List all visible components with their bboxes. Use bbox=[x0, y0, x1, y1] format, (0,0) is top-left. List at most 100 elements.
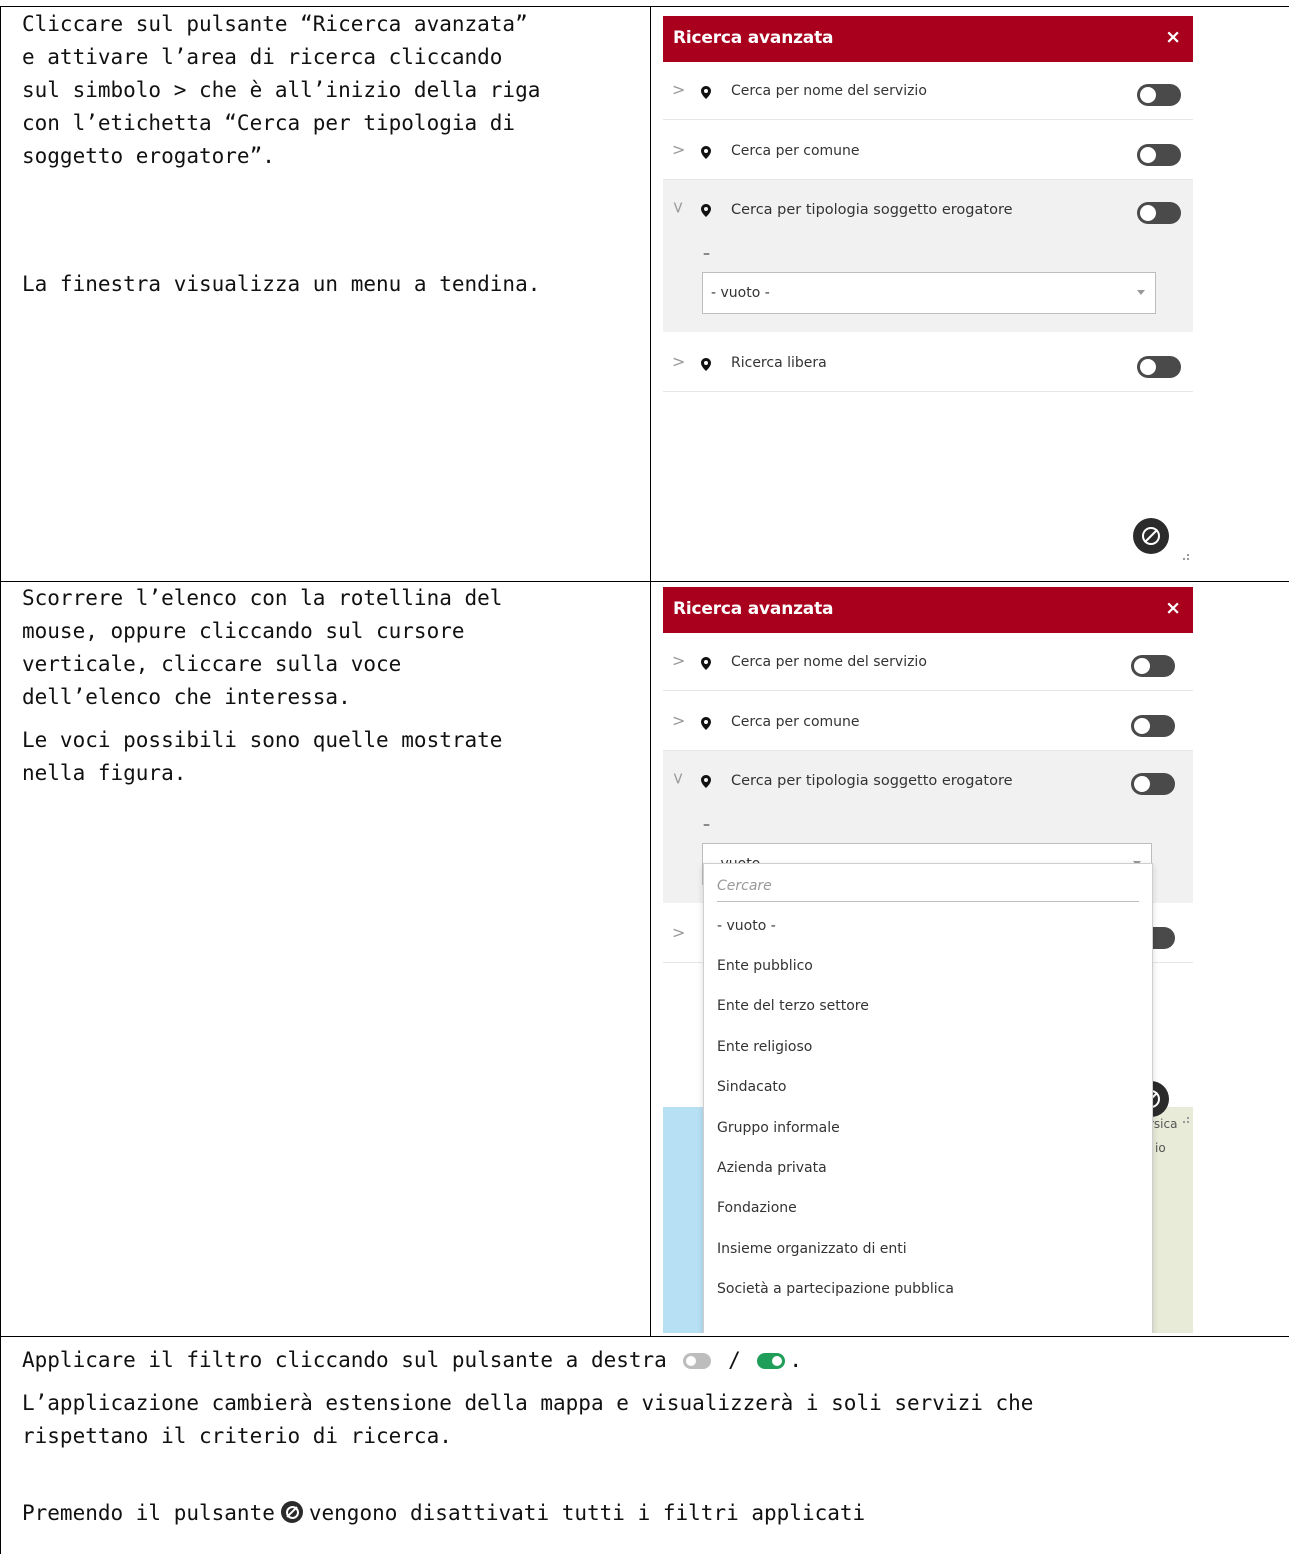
dropdown-option[interactable]: Società a partecipazione pubblica bbox=[717, 1281, 954, 1297]
instruction-line: soggetto erogatore”. bbox=[22, 144, 275, 168]
chevron-right-icon[interactable]: > bbox=[672, 651, 685, 670]
caret-down-icon bbox=[1137, 290, 1145, 295]
clear-filters-icon[interactable] bbox=[1133, 518, 1169, 554]
chevron-down-icon[interactable]: > bbox=[669, 772, 688, 785]
search-row-label: Cerca per nome del servizio bbox=[731, 83, 927, 99]
filter-toggle[interactable] bbox=[1137, 144, 1181, 166]
row1-note: La finestra visualizza un menu a tendina… bbox=[22, 268, 642, 301]
advanced-search-panel: Ricerca avanzata × > Cerca per nome del … bbox=[663, 16, 1193, 572]
dropdown-option[interactable]: Ente religioso bbox=[717, 1039, 812, 1055]
map-pin-icon bbox=[701, 204, 711, 217]
search-row-free-search[interactable]: > Ricerca libera bbox=[663, 332, 1193, 392]
dropdown-option[interactable]: Ente del terzo settore bbox=[717, 998, 869, 1014]
row3-instructions: Applicare il filtro cliccando sul pulsan… bbox=[22, 1344, 1272, 1530]
search-row-municipality[interactable]: > Cerca per comune bbox=[663, 120, 1193, 180]
filter-toggle[interactable] bbox=[1131, 655, 1175, 677]
chevron-right-icon[interactable]: > bbox=[672, 352, 685, 371]
clear-filters-icon bbox=[280, 1501, 303, 1523]
map-pin-icon bbox=[701, 775, 711, 788]
filter-toggle[interactable] bbox=[1131, 715, 1175, 737]
dropdown-option[interactable]: Gruppo informale bbox=[717, 1120, 840, 1136]
map-pin-icon bbox=[701, 657, 711, 670]
field-label: – bbox=[703, 246, 710, 262]
provider-type-select[interactable]: - vuoto - bbox=[702, 272, 1156, 314]
instruction-line: nella figura. bbox=[22, 761, 187, 785]
instruction-line: Scorrere l’elenco con la rotellina del bbox=[22, 586, 503, 610]
toggle-knob bbox=[1134, 658, 1150, 674]
dropdown-option[interactable]: Azienda privata bbox=[717, 1160, 827, 1176]
panel-title: Ricerca avanzata bbox=[673, 599, 834, 619]
map-label: rsica bbox=[1149, 1117, 1178, 1131]
row2-instructions: Scorrere l’elenco con la rotellina del m… bbox=[22, 582, 642, 790]
chevron-right-icon[interactable]: > bbox=[672, 80, 685, 99]
instruction-text: . bbox=[789, 1348, 803, 1372]
chevron-right-icon[interactable]: > bbox=[672, 711, 685, 730]
search-row-label: Cerca per tipologia soggetto erogatore bbox=[731, 202, 1013, 218]
instruction-text: Premendo il pulsante bbox=[22, 1501, 275, 1525]
instruction-line: e attivare l’area di ricerca cliccando bbox=[22, 45, 503, 69]
filter-toggle[interactable] bbox=[1137, 84, 1181, 106]
dropdown-option[interactable]: Sindacato bbox=[717, 1079, 786, 1095]
select-value: - vuoto - bbox=[711, 285, 770, 301]
search-row-municipality[interactable]: > Cerca per comune bbox=[663, 691, 1193, 751]
instruction-table: Cliccare sul pulsante “Ricerca avanzata”… bbox=[0, 6, 1289, 1554]
map-pin-icon bbox=[701, 86, 711, 99]
panel-header: Ricerca avanzata × bbox=[663, 16, 1193, 62]
chevron-right-icon[interactable]: > bbox=[672, 140, 685, 159]
table-border-left bbox=[0, 6, 1, 1554]
filter-toggle[interactable] bbox=[1137, 202, 1181, 224]
table-border-top bbox=[0, 6, 1289, 7]
dropdown-option[interactable]: - vuoto - bbox=[717, 918, 776, 934]
toggle-on-icon bbox=[757, 1353, 786, 1369]
instruction-line: Applicare il filtro cliccando sul pulsan… bbox=[22, 1344, 1272, 1377]
toggle-knob bbox=[1140, 147, 1156, 163]
dropdown-search-input[interactable]: Cercare bbox=[717, 864, 1139, 902]
panel-title: Ricerca avanzata bbox=[673, 28, 834, 48]
instruction-line: verticale, cliccare sulla voce bbox=[22, 652, 402, 676]
instruction-line: La finestra visualizza un menu a tendina… bbox=[22, 272, 541, 296]
instruction-line: Premendo il pulsante vengono disattivati … bbox=[22, 1497, 1272, 1530]
search-row-label: Ricerca libera bbox=[731, 355, 827, 371]
map-label: io bbox=[1155, 1141, 1166, 1155]
search-row-label: Cerca per tipologia soggetto erogatore bbox=[731, 773, 1013, 789]
toggle-knob bbox=[1134, 776, 1150, 792]
advanced-search-panel-open: Ricerca avanzata × > Cerca per nome del … bbox=[663, 587, 1193, 1333]
instruction-text: Applicare il filtro cliccando sul pulsan… bbox=[22, 1348, 667, 1372]
search-placeholder: Cercare bbox=[717, 878, 772, 894]
dropdown-option[interactable]: Insieme organizzato di enti bbox=[717, 1241, 907, 1257]
instruction-line: Cliccare sul pulsante “Ricerca avanzata” bbox=[22, 12, 528, 36]
resize-handle-icon[interactable] bbox=[1181, 554, 1191, 564]
instruction-line: sul simbolo > che è all’inizio della rig… bbox=[22, 78, 541, 102]
filter-toggle[interactable] bbox=[1137, 356, 1181, 378]
map-pin-icon bbox=[701, 358, 711, 371]
map-pin-icon bbox=[701, 146, 711, 159]
search-row-provider-type[interactable]: > Cerca per tipologia soggetto erogatore… bbox=[663, 180, 1193, 332]
instruction-line: L’applicazione cambierà estensione della… bbox=[22, 1391, 1034, 1415]
row1-instructions: Cliccare sul pulsante “Ricerca avanzata”… bbox=[22, 8, 642, 173]
field-label: – bbox=[703, 817, 710, 833]
search-row-label: Cerca per comune bbox=[731, 714, 860, 730]
filter-toggle[interactable] bbox=[1131, 773, 1175, 795]
resize-handle-icon[interactable] bbox=[1181, 1117, 1191, 1127]
instruction-line: Le voci possibili sono quelle mostrate bbox=[22, 728, 503, 752]
toggle-off-icon bbox=[683, 1353, 712, 1369]
chevron-right-icon[interactable]: > bbox=[672, 923, 685, 942]
toggle-knob bbox=[1134, 718, 1150, 734]
provider-type-dropdown[interactable]: Cercare - vuoto - Ente pubblico Ente del… bbox=[703, 863, 1153, 1333]
instruction-line: con l’etichetta “Cerca per tipologia di bbox=[22, 111, 516, 135]
table-column-divider bbox=[650, 6, 651, 1336]
close-icon[interactable]: × bbox=[1165, 26, 1181, 48]
instruction-line: rispettano il criterio di ricerca. bbox=[22, 1424, 452, 1448]
toggle-knob bbox=[1140, 87, 1156, 103]
map-pin-icon bbox=[701, 717, 711, 730]
dropdown-option[interactable]: Ente pubblico bbox=[717, 958, 813, 974]
instruction-text: / bbox=[728, 1348, 741, 1372]
search-row-label: Cerca per comune bbox=[731, 143, 860, 159]
close-icon[interactable]: × bbox=[1165, 597, 1181, 619]
toggle-knob bbox=[1140, 359, 1156, 375]
dropdown-option[interactable]: Fondazione bbox=[717, 1200, 797, 1216]
toggle-knob bbox=[1140, 205, 1156, 221]
chevron-down-icon[interactable]: > bbox=[669, 201, 688, 214]
search-row-service-name[interactable]: > Cerca per nome del servizio bbox=[663, 633, 1193, 691]
search-row-service-name[interactable]: > Cerca per nome del servizio bbox=[663, 62, 1193, 120]
